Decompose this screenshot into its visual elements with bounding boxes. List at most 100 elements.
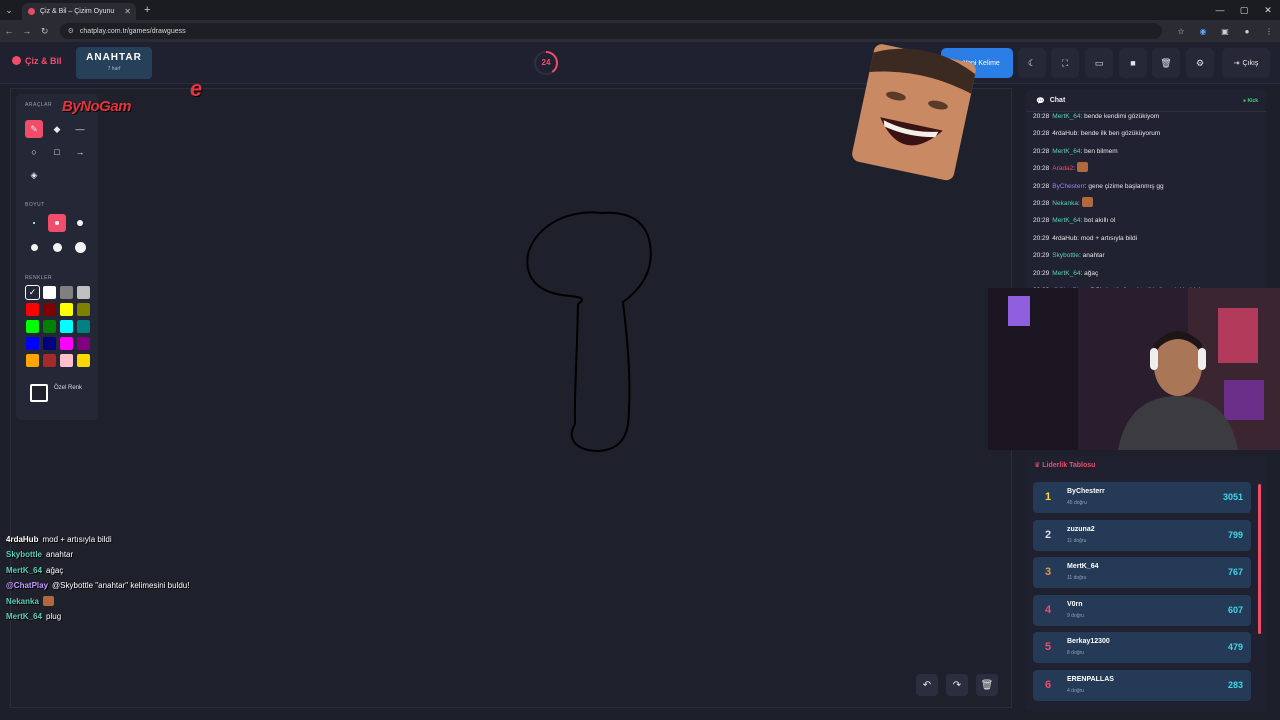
color-swatch[interactable] (77, 337, 90, 350)
overlay-chat-user: Skybottle (6, 550, 43, 560)
line-tool[interactable]: — (71, 120, 89, 138)
leaderboard-row: 3 MertK_64 11 doğru 767 (1033, 557, 1251, 588)
color-swatch[interactable] (77, 286, 90, 299)
chat-user[interactable]: 4rdaHub (1052, 130, 1077, 137)
color-swatch[interactable] (60, 337, 73, 350)
overlay-chat-user: MertK_64 (6, 565, 43, 575)
maximize-icon[interactable]: ▢ (1232, 0, 1256, 20)
color-swatch[interactable] (26, 303, 39, 316)
leaderboard-score: 3051 (1222, 492, 1243, 502)
browser-tab[interactable]: Çiz & Bil – Çizim Oyunu ✕ (22, 3, 136, 20)
chat-user[interactable]: 4rdaHub (1052, 235, 1077, 242)
color-swatch[interactable] (43, 337, 56, 350)
overlay-chat-text: ağaç (46, 565, 64, 575)
keyboard-button[interactable]: ▭ (1085, 48, 1113, 78)
leaderboard-name: MertK_64 (1067, 563, 1099, 570)
eraser-tool[interactable]: ◆ (48, 120, 66, 138)
size-2[interactable] (48, 214, 66, 232)
tab-close-icon[interactable]: ✕ (124, 7, 131, 16)
size-5[interactable] (48, 238, 66, 256)
word-hint: 7 harf (107, 66, 121, 72)
chat-time: 20:28 (1033, 217, 1050, 225)
puzzle-icon[interactable]: ▣ (1214, 27, 1236, 36)
meme-face-image (852, 44, 976, 181)
reload-icon[interactable]: ↻ (36, 26, 54, 37)
chat-user[interactable]: Nekanka (1052, 200, 1078, 207)
palette-icon (12, 56, 21, 65)
fullscreen-button[interactable]: ⛶ (1051, 48, 1079, 78)
site-info-icon[interactable]: ⚙ (68, 27, 74, 35)
redo-button[interactable]: ↷ (946, 674, 968, 696)
circle-tool[interactable]: ○ (25, 143, 43, 161)
chat-text: anahtar (1082, 252, 1105, 260)
chat-user[interactable]: Skybottle (1052, 252, 1079, 259)
leaderboard-name: V0rn (1067, 600, 1083, 608)
canvas-actions: ↶ ↷ 🗑 (916, 674, 1006, 696)
color-swatch[interactable]: ✓ (25, 285, 40, 300)
menu-dots-icon[interactable]: ⋮ (1258, 27, 1280, 36)
chat-bubble-icon: 💬 (1036, 97, 1045, 105)
url-field[interactable]: ⚙ chatplay.com.tr/games/drawguess (59, 23, 1162, 39)
color-swatch[interactable] (43, 354, 56, 367)
size-dot-icon (30, 243, 38, 251)
custom-color-button[interactable] (30, 384, 48, 402)
color-swatch[interactable] (77, 354, 90, 367)
color-swatch[interactable] (43, 320, 56, 333)
color-swatch[interactable] (77, 320, 90, 333)
clear-canvas-button[interactable]: 🗑 (976, 674, 998, 696)
profile-icon[interactable]: ● (1236, 27, 1258, 36)
color-swatch[interactable] (26, 320, 39, 333)
rectangle-tool[interactable]: □ (48, 143, 66, 161)
chat-user[interactable]: MertK_64 (1052, 270, 1080, 277)
back-icon[interactable]: ← (0, 26, 18, 36)
chat-status-label: Kick (1247, 98, 1258, 104)
trash-button[interactable]: 🗑 (1152, 48, 1180, 78)
chat-user[interactable]: MertK_64 (1052, 148, 1080, 155)
arrow-tool[interactable]: → (71, 143, 89, 161)
forward-icon[interactable]: → (18, 26, 36, 36)
leaderboard-correct-count: 9 doğru (1067, 612, 1084, 619)
logo-text: Çiz & Bil (25, 56, 62, 66)
chat-time: 20:29 (1033, 269, 1050, 277)
chat-message: 20:28 4rdaHub: bende ilk ben gözüküyorum (1033, 125, 1266, 142)
color-swatch[interactable] (43, 286, 56, 299)
color-swatch[interactable] (43, 303, 56, 316)
address-bar-row: ← → ↻ ⚙ chatplay.com.tr/games/drawguess … (0, 20, 1280, 42)
window-close-icon[interactable]: ✕ (1256, 0, 1280, 20)
chat-message: 20:29 Skybottle: anahtar (1033, 247, 1266, 264)
leaderboard-scrollbar[interactable] (1258, 484, 1261, 634)
bookmark-star-icon[interactable]: ☆ (1170, 27, 1192, 36)
new-tab-icon[interactable]: + (144, 4, 150, 16)
color-swatch[interactable] (77, 303, 90, 316)
size-1[interactable] (25, 214, 43, 232)
settings-button[interactable]: ⚙ (1186, 48, 1214, 78)
size-section-title: BOYUT (25, 202, 45, 208)
chat-user[interactable]: MertK_64 (1052, 113, 1080, 120)
theme-moon-button[interactable]: ☾ (1018, 48, 1046, 78)
extension-icon[interactable]: ◉ (1192, 27, 1214, 36)
chat-user[interactable]: Arada2 (1052, 165, 1073, 172)
size-3[interactable] (71, 214, 89, 232)
minimize-icon[interactable]: — (1208, 0, 1232, 20)
color-swatch[interactable] (60, 354, 73, 367)
color-swatch[interactable] (60, 286, 73, 299)
pencil-tool[interactable]: ✎ (25, 120, 43, 138)
app-logo[interactable]: Çiz & Bil (12, 56, 62, 66)
color-swatch[interactable] (26, 337, 39, 350)
size-6[interactable] (71, 238, 89, 256)
color-swatch[interactable] (60, 303, 73, 316)
window-button[interactable]: ■ (1119, 48, 1147, 78)
chat-user[interactable]: MertK_64 (1052, 217, 1080, 224)
chat-user[interactable]: ByChesterr (1052, 183, 1085, 190)
color-swatch[interactable] (60, 320, 73, 333)
tab-search-icon[interactable]: ⌄ (0, 0, 18, 20)
undo-button[interactable]: ↶ (916, 674, 938, 696)
leaderboard-correct-count: 4 doğru (1067, 687, 1084, 694)
chat-messages: 20:28 MertK_64: bende kendimi gözükiyom 20… (1026, 108, 1266, 290)
overlay-chat-line: Nekanka (6, 594, 366, 609)
color-swatch[interactable] (26, 354, 39, 367)
exit-button[interactable]: ⇥ Çıkış (1222, 48, 1270, 78)
size-4[interactable] (25, 238, 43, 256)
fill-tool[interactable]: ◈ (25, 166, 43, 184)
chat-message: 20:28 MertK_64: ben bilmem (1033, 143, 1266, 160)
